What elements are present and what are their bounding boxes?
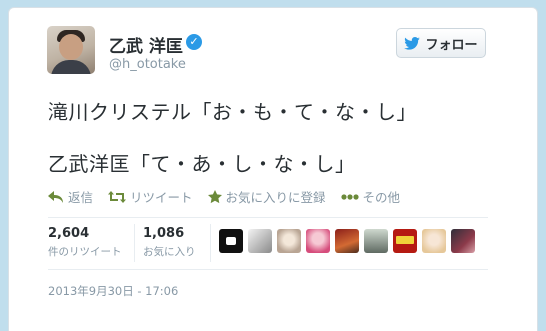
retweet-stat[interactable]: 2,604 件のリツイート xyxy=(48,226,122,259)
favorite-stat[interactable]: 1,086 お気に入り xyxy=(143,226,196,259)
tweet-actions: 返信 リツイート お気に入りに登録 その他 xyxy=(48,187,400,206)
tweet-text-line-1: 滝川クリステル「お・も・て・な・し」 xyxy=(48,100,417,124)
tweet-text-line-2: 乙武洋匡「て・あ・し・な・し」 xyxy=(48,152,356,176)
favoriter-avatar[interactable] xyxy=(393,229,417,253)
more-button[interactable]: その他 xyxy=(340,187,401,206)
favoriter-avatar[interactable] xyxy=(219,229,243,253)
favorite-button[interactable]: お気に入りに登録 xyxy=(207,187,326,206)
favoriter-avatars xyxy=(219,229,475,253)
favoriter-avatar[interactable] xyxy=(422,229,446,253)
reply-label: 返信 xyxy=(68,190,94,205)
verified-badge-icon: ✓ xyxy=(186,34,202,50)
favorite-label: お気に入りに登録 xyxy=(225,190,326,205)
favorite-count: 1,086 xyxy=(143,226,185,241)
favoriter-avatar[interactable] xyxy=(248,229,272,253)
favoriter-avatar[interactable] xyxy=(306,229,330,253)
reply-icon xyxy=(48,190,63,203)
follow-label: フォロー xyxy=(425,37,478,53)
retweet-button[interactable]: リツイート xyxy=(108,187,193,206)
stat-separator xyxy=(134,224,135,262)
twitter-bird-icon xyxy=(404,36,421,50)
user-handle[interactable]: @h_ototake xyxy=(109,57,186,72)
favoriter-avatar[interactable] xyxy=(364,229,388,253)
tweet-timestamp[interactable]: 2013年9月30日 - 17:06 xyxy=(48,283,178,299)
user-avatar[interactable] xyxy=(47,26,95,74)
user-name[interactable]: 乙武 洋匡 xyxy=(109,32,183,57)
favoriter-avatar[interactable] xyxy=(335,229,359,253)
divider-top xyxy=(48,217,488,218)
follow-button[interactable]: フォロー xyxy=(396,28,486,58)
star-icon xyxy=(207,189,222,203)
favoriter-avatar[interactable] xyxy=(277,229,301,253)
retweet-icon xyxy=(108,190,127,203)
retweet-count: 2,604 xyxy=(48,226,90,241)
reply-button[interactable]: 返信 xyxy=(48,187,93,206)
more-label: その他 xyxy=(362,190,401,205)
retweet-count-label: 件のリツイート xyxy=(48,246,122,258)
favorite-count-label: お気に入り xyxy=(143,246,196,258)
favoriter-avatar[interactable] xyxy=(451,229,475,253)
retweet-label: リツイート xyxy=(130,190,193,205)
more-dots-icon xyxy=(340,193,359,200)
divider-bottom xyxy=(48,269,488,270)
stat-separator xyxy=(210,224,211,262)
